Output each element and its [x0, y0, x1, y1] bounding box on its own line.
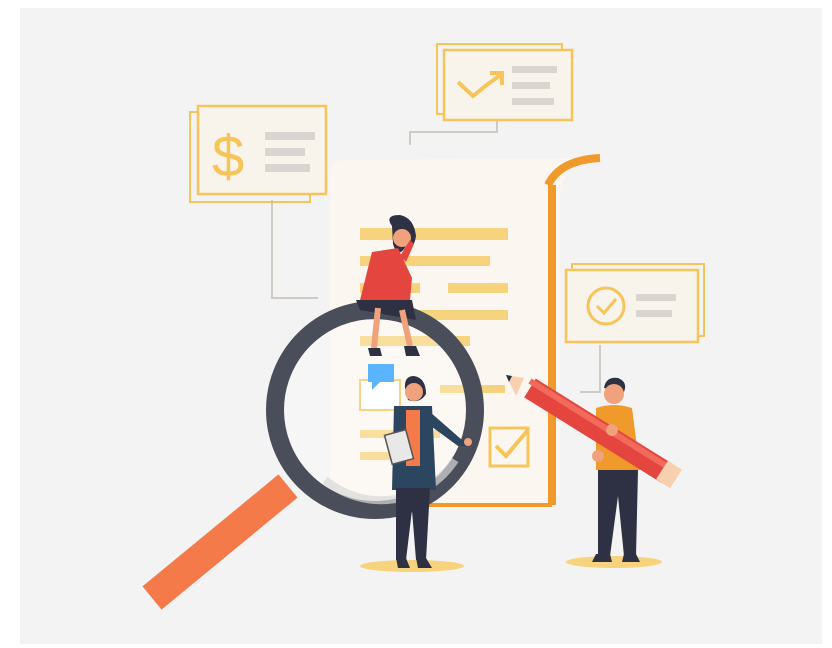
audit-illustration: $ [142, 43, 705, 610]
document-line [448, 283, 508, 293]
dollar-card: $ [189, 104, 328, 203]
document-line [360, 228, 508, 240]
check-card [564, 263, 705, 344]
dollar-icon: $ [212, 124, 244, 189]
trend-card [436, 43, 574, 122]
